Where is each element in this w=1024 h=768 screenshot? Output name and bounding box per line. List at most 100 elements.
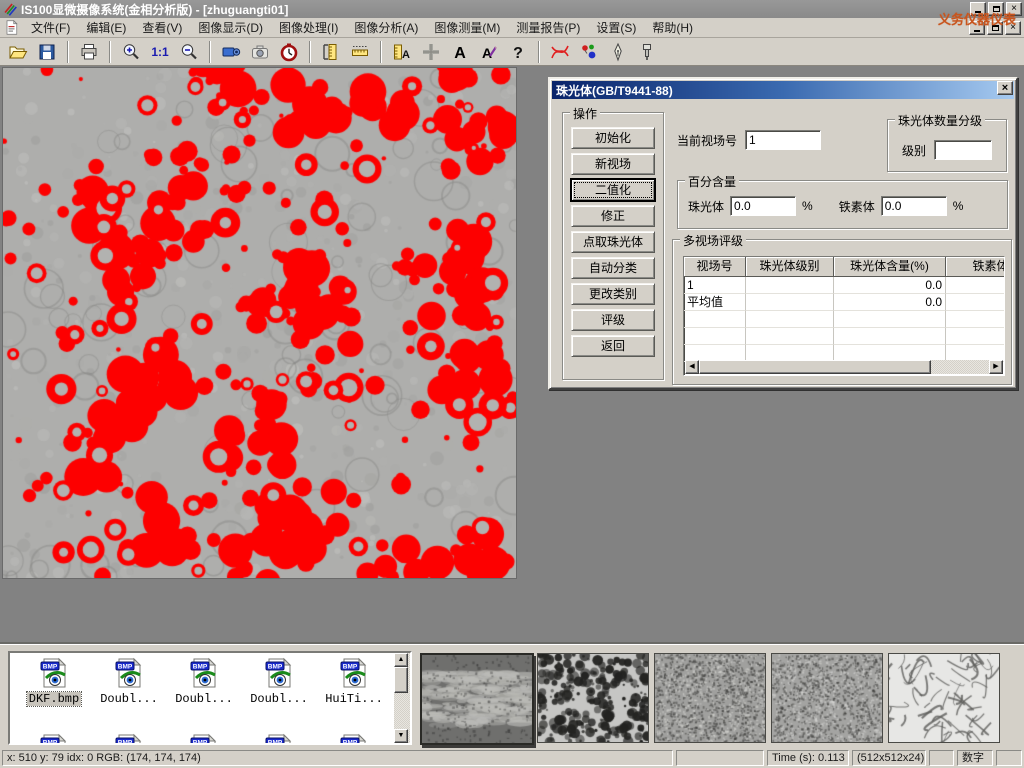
help-button[interactable]: ? (506, 40, 530, 63)
auto-classify-button[interactable]: 自动分类 (571, 257, 655, 279)
file-name[interactable]: Doubl... (248, 692, 310, 706)
grade-button[interactable]: 评级 (571, 309, 655, 331)
scroll-thumb[interactable] (394, 667, 408, 693)
menu-item-measure-report[interactable]: 测量报告(P) (508, 17, 588, 38)
print-button[interactable] (77, 40, 101, 63)
ferrite-percent-input[interactable] (881, 196, 947, 216)
file-item[interactable] (316, 733, 392, 745)
file-item[interactable]: Doubl... (166, 657, 242, 707)
toolbar-separator (109, 41, 111, 63)
file-item[interactable] (166, 733, 242, 745)
pick-pearlite-button[interactable]: 点取珠光体 (571, 231, 655, 253)
open-button[interactable] (6, 40, 30, 63)
bmp-file-icon (338, 657, 370, 689)
file-name[interactable]: Doubl... (98, 692, 160, 706)
app-icon (3, 2, 17, 16)
file-item[interactable] (16, 733, 92, 745)
menu-item-image-display[interactable]: 图像显示(D) (190, 17, 271, 38)
thumbnail-4[interactable] (771, 653, 883, 743)
camera-icon (250, 42, 270, 62)
save-button[interactable] (35, 40, 59, 63)
status-bar: x: 510 y: 79 idx: 0 RGB: (174, 174, 174)… (0, 748, 1024, 768)
caliper-icon (321, 42, 341, 62)
text-A-icon: A (450, 42, 470, 62)
dialog-close-button[interactable]: × (997, 81, 1013, 95)
menu-item-file[interactable]: 文件(F) (23, 17, 78, 38)
svg-text:A: A (454, 45, 466, 62)
file-list-scrollbar[interactable]: ▲ ▼ (394, 653, 410, 743)
window-title: IS100显微摄像系统(金相分析版) - [zhuguangti01] (21, 1, 288, 18)
zoom-in-button[interactable] (119, 40, 143, 63)
binarize-button[interactable]: 二值化 (571, 179, 655, 201)
scroll-down-button[interactable]: ▼ (394, 729, 408, 743)
thumbnail-3[interactable] (654, 653, 766, 743)
menu-item-image-measure[interactable]: 图像测量(M) (426, 17, 508, 38)
menu-item-image-process[interactable]: 图像处理(I) (271, 17, 346, 38)
ruler-measure-button[interactable] (348, 40, 372, 63)
menu-item-settings[interactable]: 设置(S) (588, 17, 644, 38)
pen-tool-button[interactable] (606, 40, 630, 63)
change-class-button[interactable]: 更改类别 (571, 283, 655, 305)
snapshot-button[interactable] (248, 40, 272, 63)
return-button[interactable]: 返回 (571, 335, 655, 357)
header-pearlite-content[interactable]: 珠光体含量(%) (834, 257, 946, 277)
thumbnail-1[interactable] (420, 653, 534, 745)
correct-button[interactable]: 修正 (571, 205, 655, 227)
bmp-file-icon (113, 657, 145, 689)
table-horizontal-scrollbar[interactable]: ◀ ▶ (685, 360, 1003, 374)
micrograph-canvas[interactable] (2, 67, 517, 579)
caliper-measure-button[interactable] (319, 40, 343, 63)
header-ferrite[interactable]: 铁素体 (946, 257, 1005, 277)
dialog-title-bar[interactable]: 珠光体(GB/T9441-88) (552, 81, 1014, 99)
file-item[interactable] (91, 733, 167, 745)
menu-item-image-analysis[interactable]: 图像分析(A) (346, 17, 426, 38)
menu-item-edit[interactable]: 编辑(E) (78, 17, 134, 38)
scroll-up-button[interactable]: ▲ (394, 653, 408, 667)
title-bar: IS100显微摄像系统(金相分析版) - [zhuguangti01] × (0, 0, 1024, 18)
timer-button[interactable] (277, 40, 301, 63)
file-item[interactable]: HuiTi... (316, 657, 392, 707)
menu-item-help[interactable]: 帮助(H) (644, 17, 701, 38)
level-input[interactable] (934, 140, 992, 160)
scroll-right-button[interactable]: ▶ (989, 360, 1003, 374)
clock-icon (279, 42, 299, 62)
file-name[interactable]: Doubl... (173, 692, 235, 706)
file-item[interactable]: DKF.bmp (16, 657, 92, 707)
scroll-track[interactable] (931, 360, 989, 374)
file-item[interactable] (241, 733, 317, 745)
zoom-out-button[interactable] (177, 40, 201, 63)
application-window: IS100显微摄像系统(金相分析版) - [zhuguangti01] × 文件… (0, 0, 1024, 768)
current-view-input[interactable] (745, 130, 821, 150)
move-tool-button[interactable] (419, 40, 443, 63)
percent-group-label: 百分含量 (685, 173, 739, 190)
table-row[interactable]: 平均值 0.0 (684, 294, 1005, 311)
initialize-button[interactable]: 初始化 (571, 127, 655, 149)
video-capture-button[interactable] (219, 40, 243, 63)
thumbnail-2[interactable] (537, 653, 649, 743)
bottom-panel: DKF.bmp Doubl... Doubl... Doubl... HuiTi… (0, 644, 1024, 748)
header-pearlite-grade[interactable]: 珠光体级别 (746, 257, 834, 277)
move-cross-icon (421, 42, 441, 62)
pearlite-percent-input[interactable] (730, 196, 796, 216)
new-field-button[interactable]: 新视场 (571, 153, 655, 175)
cursor-position-status: x: 510 y: 79 idx: 0 RGB: (174, 174, 174) (2, 750, 673, 766)
scroll-left-button[interactable]: ◀ (685, 360, 699, 374)
file-name[interactable]: DKF.bmp (27, 692, 81, 706)
edit-text-button[interactable]: A (477, 40, 501, 63)
file-name[interactable]: HuiTi... (323, 692, 385, 706)
file-item[interactable]: Doubl... (241, 657, 317, 707)
spline-tool-button[interactable] (548, 40, 572, 63)
table-row[interactable]: 1 0.0 (684, 277, 1005, 294)
header-field-no[interactable]: 视场号 (684, 257, 746, 277)
probe-tool-button[interactable] (635, 40, 659, 63)
scroll-thumb[interactable] (699, 360, 931, 374)
file-item[interactable]: Doubl... (91, 657, 167, 707)
thumbnail-5[interactable] (888, 653, 1000, 743)
text-tool-button[interactable]: A (448, 40, 472, 63)
scale-calibrate-button[interactable]: A (390, 40, 414, 63)
menu-item-view[interactable]: 查看(V) (134, 17, 190, 38)
actual-size-button[interactable]: 1:1 (148, 40, 172, 63)
color-dots-icon (579, 42, 599, 62)
classify-points-button[interactable] (577, 40, 601, 63)
multi-view-group-label: 多视场评级 (680, 232, 746, 249)
